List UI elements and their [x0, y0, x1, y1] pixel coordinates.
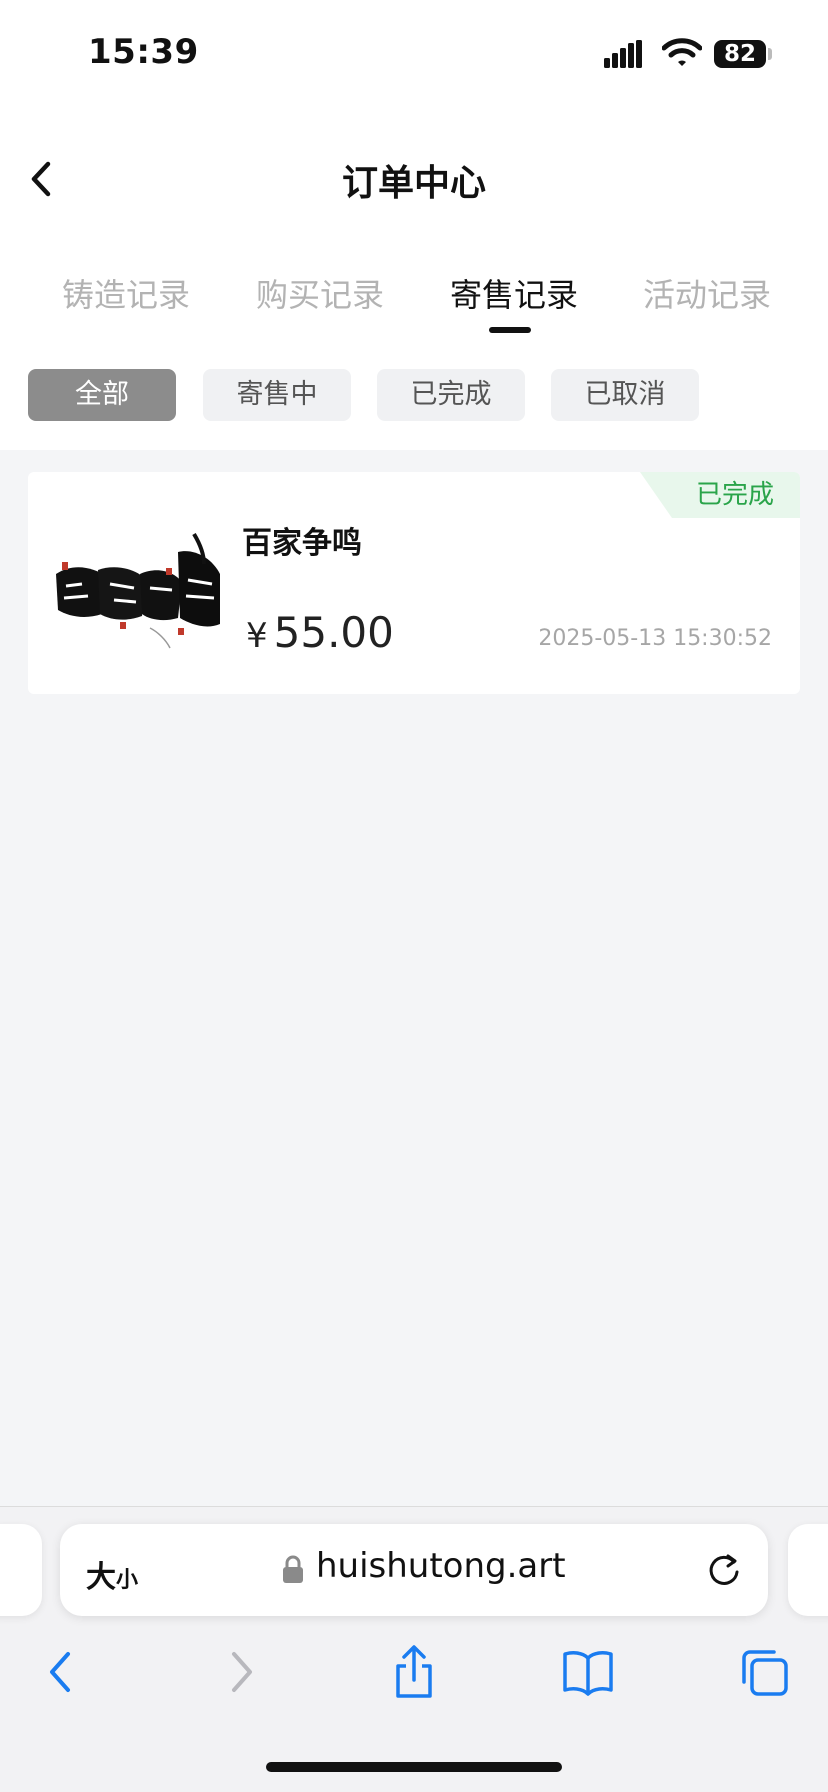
- price-value: 55.00: [273, 608, 394, 657]
- status-time: 15:39: [88, 32, 199, 72]
- filter-all[interactable]: 全部: [28, 369, 176, 421]
- page-title: 订单中心: [341, 163, 486, 204]
- text-size-small: 小: [116, 1568, 139, 1593]
- browser-forward-icon[interactable]: [214, 1644, 266, 1700]
- text-size-button[interactable]: 大小: [86, 1552, 138, 1596]
- filter-completed[interactable]: 已完成: [377, 369, 525, 421]
- filter-cancelled[interactable]: 已取消: [551, 369, 699, 421]
- next-tab-preview[interactable]: [788, 1524, 828, 1616]
- order-card[interactable]: 已完成 百家争鸣 ¥55.00 2025-05-13 15:30:52: [28, 472, 800, 694]
- tab-purchase-records[interactable]: 购买记录: [256, 270, 384, 316]
- cellular-signal-icon: [604, 40, 642, 68]
- tabs-icon[interactable]: [738, 1644, 790, 1700]
- previous-tab-preview[interactable]: [0, 1524, 42, 1616]
- filter-on-sale[interactable]: 寄售中: [203, 369, 351, 421]
- item-price: ¥55.00: [246, 608, 394, 657]
- address-bar[interactable]: 大小 huishutong.art: [60, 1524, 768, 1616]
- order-timestamp: 2025-05-13 15:30:52: [538, 626, 772, 651]
- currency-symbol: ¥: [246, 616, 268, 656]
- wifi-icon: [662, 38, 702, 66]
- text-size-big: 大: [86, 1560, 116, 1595]
- tab-consignment-records[interactable]: 寄售记录: [450, 270, 578, 316]
- tab-activity-records[interactable]: 活动记录: [643, 270, 771, 316]
- artwork-thumbnail: [54, 524, 220, 650]
- home-indicator: [266, 1762, 562, 1772]
- url-text[interactable]: huishutong.art: [316, 1546, 566, 1586]
- active-tab-indicator: [489, 327, 531, 333]
- browser-back-icon[interactable]: [36, 1644, 88, 1700]
- tab-mint-records[interactable]: 铸造记录: [62, 270, 190, 316]
- share-icon[interactable]: [388, 1644, 440, 1700]
- reload-icon[interactable]: [704, 1550, 744, 1590]
- order-status-badge: 已完成: [640, 472, 800, 518]
- lock-icon: [283, 1555, 303, 1583]
- battery-icon: 82: [714, 40, 766, 68]
- item-name: 百家争鸣: [242, 526, 362, 561]
- battery-tip: [768, 48, 772, 60]
- bookmarks-icon[interactable]: [562, 1644, 614, 1700]
